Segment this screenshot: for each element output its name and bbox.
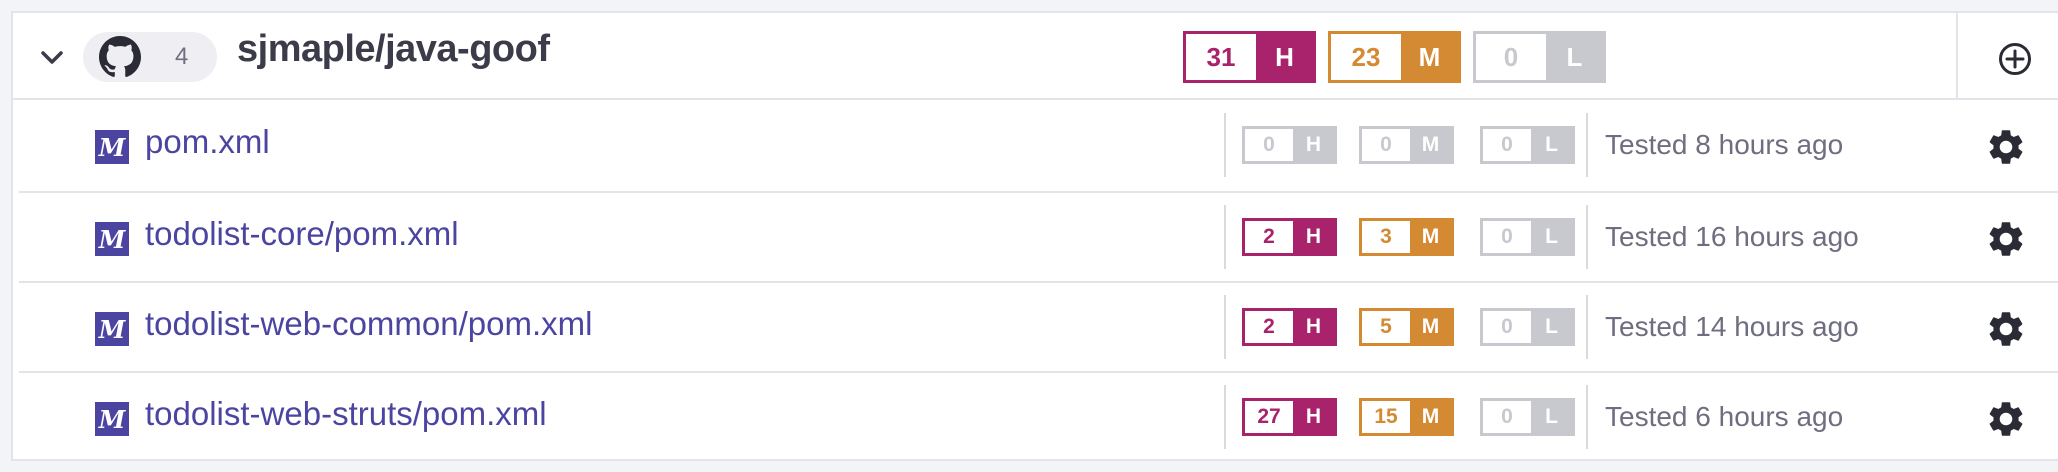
high-label: H (1293, 129, 1334, 161)
high-severity-badge: 2 H (1242, 218, 1337, 256)
column-divider (1586, 385, 1588, 449)
gear-icon[interactable] (1985, 218, 2027, 260)
maven-icon: M (95, 402, 129, 436)
gear-icon[interactable] (1985, 126, 2027, 168)
high-severity-badge: 2 H (1242, 308, 1337, 346)
target-count: 4 (175, 43, 189, 70)
maven-icon: M (95, 222, 129, 256)
high-count: 0 (1245, 129, 1293, 161)
low-label: L (1546, 34, 1603, 80)
project-name[interactable]: sjmaple/java-goof (237, 28, 550, 71)
low-severity-badge: 0 L (1480, 218, 1575, 256)
project-header: 4 sjmaple/java-goof 31 H 23 M 0 L (13, 13, 2058, 100)
column-divider (1586, 113, 1588, 177)
low-severity-badge: 0 L (1480, 308, 1575, 346)
high-label: H (1293, 401, 1334, 433)
medium-count: 0 (1362, 129, 1410, 161)
gear-icon[interactable] (1985, 308, 2027, 350)
maven-icon: M (95, 130, 129, 164)
low-count: 0 (1483, 221, 1531, 253)
column-divider (1224, 205, 1226, 269)
target-file-link[interactable]: pom.xml (145, 123, 270, 161)
low-label: L (1531, 311, 1572, 343)
low-severity-badge: 0 L (1473, 31, 1606, 83)
low-label: L (1531, 401, 1572, 433)
low-label: L (1531, 129, 1572, 161)
plus-circle-icon[interactable] (1998, 42, 2032, 76)
last-tested-text: Tested 8 hours ago (1605, 129, 1844, 160)
medium-label: M (1410, 129, 1451, 161)
github-icon (99, 36, 141, 77)
target-row: M todolist-web-struts/pom.xml 27 H 15 M … (19, 371, 2058, 459)
high-count: 2 (1245, 221, 1293, 253)
high-count: 27 (1245, 401, 1293, 433)
medium-label: M (1410, 311, 1451, 343)
high-severity-badge: 31 H (1183, 31, 1316, 83)
low-count: 0 (1483, 129, 1531, 161)
project-card: 4 sjmaple/java-goof 31 H 23 M 0 L M pom.… (11, 11, 2058, 461)
low-label: L (1531, 221, 1572, 253)
maven-icon: M (95, 312, 129, 346)
medium-severity-badge: 15 M (1359, 398, 1454, 436)
medium-count: 5 (1362, 311, 1410, 343)
repo-source-pill: 4 (83, 32, 217, 82)
high-label: H (1293, 311, 1334, 343)
medium-count: 15 (1362, 401, 1410, 433)
low-count: 0 (1476, 34, 1546, 80)
column-divider (1224, 295, 1226, 359)
medium-severity-badge: 5 M (1359, 308, 1454, 346)
high-severity-badge: 0 H (1242, 126, 1337, 164)
last-tested-text: Tested 6 hours ago (1605, 401, 1844, 432)
last-tested-text: Tested 16 hours ago (1605, 221, 1859, 252)
low-severity-badge: 0 L (1480, 126, 1575, 164)
medium-severity-badge: 0 M (1359, 126, 1454, 164)
high-count: 31 (1186, 34, 1256, 80)
medium-severity-badge: 23 M (1328, 31, 1461, 83)
high-label: H (1293, 221, 1334, 253)
column-divider (1586, 205, 1588, 269)
target-row: M todolist-web-common/pom.xml 2 H 5 M 0 … (19, 281, 2058, 369)
column-divider (1224, 113, 1226, 177)
low-count: 0 (1483, 401, 1531, 433)
chevron-down-icon[interactable] (37, 43, 67, 73)
target-row: M todolist-core/pom.xml 2 H 3 M 0 L Test… (19, 191, 2058, 279)
medium-severity-badge: 3 M (1359, 218, 1454, 256)
low-count: 0 (1483, 311, 1531, 343)
high-label: H (1256, 34, 1313, 80)
high-severity-badge: 27 H (1242, 398, 1337, 436)
medium-label: M (1410, 221, 1451, 253)
target-row: M pom.xml 0 H 0 M 0 L Tested 8 hours ago (19, 101, 2058, 189)
medium-label: M (1410, 401, 1451, 433)
medium-count: 23 (1331, 34, 1401, 80)
medium-label: M (1401, 34, 1458, 80)
low-severity-badge: 0 L (1480, 398, 1575, 436)
header-divider (1956, 13, 1958, 100)
target-file-link[interactable]: todolist-web-common/pom.xml (145, 305, 592, 343)
column-divider (1586, 295, 1588, 359)
target-file-link[interactable]: todolist-web-struts/pom.xml (145, 395, 547, 433)
medium-count: 3 (1362, 221, 1410, 253)
target-file-link[interactable]: todolist-core/pom.xml (145, 215, 459, 253)
high-count: 2 (1245, 311, 1293, 343)
column-divider (1224, 385, 1226, 449)
gear-icon[interactable] (1985, 398, 2027, 440)
last-tested-text: Tested 14 hours ago (1605, 311, 1859, 342)
